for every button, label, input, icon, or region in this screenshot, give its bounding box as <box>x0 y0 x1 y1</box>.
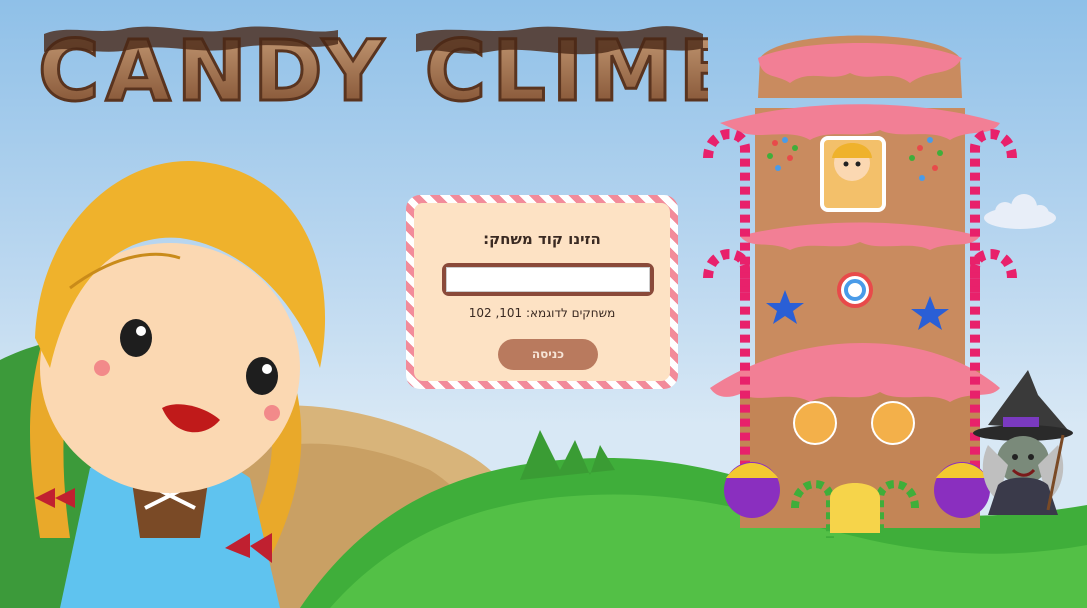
lollipop-icon <box>837 272 873 308</box>
game-logo: CANDY CLIMB <box>38 22 708 117</box>
game-code-label: הזינו קוד משחק: <box>483 230 601 248</box>
girl-character <box>30 160 326 608</box>
game-scene: CANDY CLIMB הזינו קוד משחק: משחקים לדוגמ… <box>0 0 1087 608</box>
game-code-frame <box>442 263 654 296</box>
login-panel: הזינו קוד משחק: משחקים לדוגמא: 101, 102 … <box>414 203 670 381</box>
witch-character <box>973 370 1073 515</box>
login-card: הזינו קוד משחק: משחקים לדוגמא: 101, 102 … <box>406 195 678 389</box>
candy-climb-logo: CANDY CLIMB <box>38 22 708 117</box>
enter-button[interactable]: כניסה <box>498 339 598 370</box>
game-code-input[interactable] <box>446 267 650 292</box>
example-games-hint: משחקים לדוגמא: 101, 102 <box>468 306 616 320</box>
